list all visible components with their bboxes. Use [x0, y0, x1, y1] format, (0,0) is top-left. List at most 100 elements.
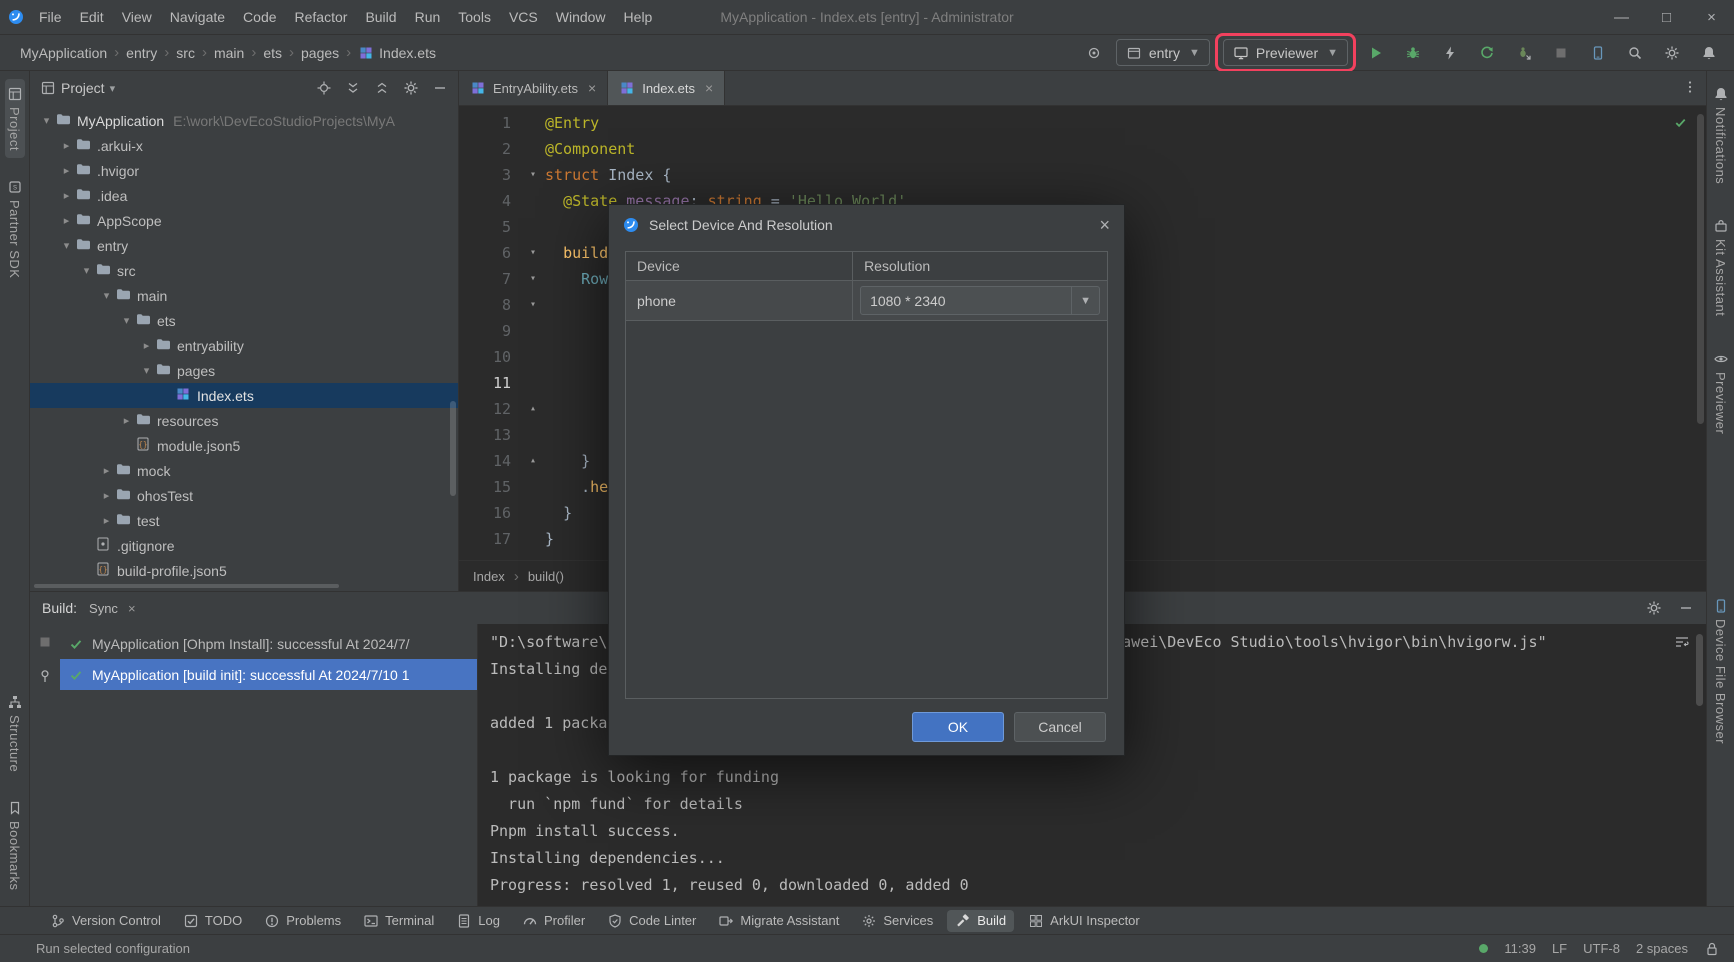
chevron-right-icon[interactable]: ▸: [98, 489, 115, 502]
build-tab-sync[interactable]: Sync ×: [89, 601, 136, 616]
chevron-right-icon[interactable]: ▸: [58, 189, 75, 202]
toolwindow-code-linter[interactable]: Code Linter: [599, 910, 704, 932]
status-11-39[interactable]: 11:39: [1504, 941, 1536, 956]
tool-stripe-partner-sdk[interactable]: S Partner SDK: [5, 172, 25, 285]
build-event-row[interactable]: MyApplication [build init]: successful A…: [60, 659, 477, 690]
tree-item-idea[interactable]: ▸ .idea: [30, 183, 458, 208]
menu-edit[interactable]: Edit: [71, 4, 113, 30]
editor-breadcrumb-index[interactable]: Index: [473, 569, 505, 584]
tree-item-index-ets[interactable]: Index.ets: [30, 383, 458, 408]
previewer-select[interactable]: Previewer ▼: [1222, 39, 1348, 66]
status-utf-8[interactable]: UTF-8: [1583, 941, 1620, 956]
fold-marker-icon[interactable]: ▾: [521, 266, 545, 292]
tree-item-build-profile-json5[interactable]: {} build-profile.json5: [30, 558, 458, 581]
window-close-button[interactable]: ×: [1689, 0, 1734, 34]
run-button[interactable]: [1361, 39, 1391, 67]
locate-file-button[interactable]: [316, 80, 332, 96]
toolwindow-log[interactable]: Log: [448, 910, 508, 932]
project-panel-title[interactable]: Project: [61, 80, 105, 96]
menu-build[interactable]: Build: [356, 4, 405, 30]
status-lf[interactable]: LF: [1552, 941, 1567, 956]
menu-help[interactable]: Help: [615, 4, 662, 30]
chevron-down-icon[interactable]: ▾: [98, 289, 115, 302]
chevron-down-icon[interactable]: ▾: [78, 264, 95, 277]
build-event-row[interactable]: MyApplication [Ohpm Install]: successful…: [60, 628, 477, 659]
project-scrollbar[interactable]: [450, 401, 456, 496]
close-tab-icon[interactable]: ×: [588, 80, 596, 96]
dialog-close-icon[interactable]: ×: [1099, 216, 1110, 234]
tree-item-resources[interactable]: ▸ resources: [30, 408, 458, 433]
hide-build-panel-button[interactable]: [1678, 600, 1694, 616]
tool-stripe-previewer[interactable]: Previewer: [1711, 344, 1731, 441]
fold-marker-icon[interactable]: ▾: [521, 162, 545, 188]
panel-settings-button[interactable]: [403, 80, 419, 96]
window-maximize-button[interactable]: □: [1644, 0, 1689, 34]
menu-view[interactable]: View: [113, 4, 161, 30]
tree-item-main[interactable]: ▾ main: [30, 283, 458, 308]
chevron-down-icon[interactable]: ▾: [38, 114, 55, 127]
device-cell[interactable]: phone: [626, 281, 852, 320]
window-minimize-button[interactable]: —: [1599, 0, 1644, 34]
menu-refactor[interactable]: Refactor: [286, 4, 357, 30]
chevron-down-icon[interactable]: ▾: [110, 82, 116, 95]
device-manager-button[interactable]: [1583, 39, 1613, 67]
module-select[interactable]: entry ▼: [1115, 39, 1210, 66]
chevron-right-icon[interactable]: ▸: [58, 164, 75, 177]
chevron-right-icon[interactable]: ▸: [118, 414, 135, 427]
editor-tab-entryability-ets[interactable]: EntryAbility.ets ×: [459, 71, 609, 105]
tree-item-ohostest[interactable]: ▸ ohosTest: [30, 483, 458, 508]
menu-tools[interactable]: Tools: [449, 4, 500, 30]
close-tab-icon[interactable]: ×: [705, 80, 713, 96]
expand-all-button[interactable]: [345, 80, 361, 96]
editor-breadcrumb-build[interactable]: build(): [528, 569, 564, 584]
menu-run[interactable]: Run: [406, 4, 450, 30]
tree-item-entryability[interactable]: ▸ entryability: [30, 333, 458, 358]
tool-stripe-device-file-browser[interactable]: Device File Browser: [1711, 591, 1731, 751]
project-hscrollbar[interactable]: [30, 581, 458, 591]
tree-item-appscope[interactable]: ▸ AppScope: [30, 208, 458, 233]
breadcrumb-item-entry[interactable]: entry: [126, 45, 157, 61]
breadcrumb-item-src[interactable]: src: [176, 45, 195, 61]
soft-wrap-button[interactable]: [1674, 632, 1690, 659]
tool-stripe-kit-assistant[interactable]: Kit Assistant: [1711, 211, 1731, 323]
resolution-dropdown[interactable]: 1080 * 2340 ▼: [860, 286, 1100, 315]
attach-debugger-button[interactable]: [1509, 39, 1539, 67]
tool-stripe-project[interactable]: Project: [4, 79, 25, 158]
run-configurations-button[interactable]: [1079, 39, 1109, 67]
tree-item-entry[interactable]: ▾ entry: [30, 233, 458, 258]
chevron-down-icon[interactable]: ▾: [118, 314, 135, 327]
chevron-down-icon[interactable]: ▾: [58, 239, 75, 252]
restart-button[interactable]: [1472, 39, 1502, 67]
collapse-all-button[interactable]: [374, 80, 390, 96]
menu-code[interactable]: Code: [234, 4, 285, 30]
breadcrumb-item-index-ets[interactable]: Index.ets: [358, 45, 436, 61]
chevron-right-icon[interactable]: ▸: [98, 514, 115, 527]
fold-marker-icon[interactable]: ▾: [521, 292, 545, 318]
cancel-button[interactable]: Cancel: [1014, 712, 1106, 742]
menu-window[interactable]: Window: [547, 4, 615, 30]
device-table-row[interactable]: phone 1080 * 2340 ▼: [626, 281, 1107, 321]
toolwindow-todo[interactable]: TODO: [175, 910, 250, 932]
lock-icon[interactable]: [1704, 941, 1720, 957]
tree-item-arkui-x[interactable]: ▸ .arkui-x: [30, 133, 458, 158]
debug-button[interactable]: [1398, 39, 1428, 67]
toolwindow-version-control[interactable]: Version Control: [42, 910, 169, 932]
build-settings-button[interactable]: [1646, 600, 1662, 616]
toolwindow-migrate-assistant[interactable]: Migrate Assistant: [710, 910, 847, 932]
tree-item-mock[interactable]: ▸ mock: [30, 458, 458, 483]
chevron-right-icon[interactable]: ▸: [58, 139, 75, 152]
tree-item-gitignore[interactable]: .gitignore: [30, 533, 458, 558]
toolwindow-profiler[interactable]: Profiler: [514, 910, 593, 932]
tab-options-button[interactable]: [1682, 79, 1698, 98]
console-scrollbar[interactable]: [1696, 634, 1703, 706]
tree-item-pages[interactable]: ▾ pages: [30, 358, 458, 383]
toolwindow-problems[interactable]: Problems: [256, 910, 349, 932]
tool-stripe-structure[interactable]: Structure: [5, 687, 25, 779]
chevron-right-icon[interactable]: ▸: [138, 339, 155, 352]
hide-panel-button[interactable]: [432, 80, 448, 96]
inspections-ok-icon[interactable]: [1673, 112, 1688, 138]
chevron-down-icon[interactable]: ▾: [138, 364, 155, 377]
notifications-button[interactable]: [1694, 39, 1724, 67]
fold-marker-icon[interactable]: ▾: [521, 240, 545, 266]
tree-item-test[interactable]: ▸ test: [30, 508, 458, 533]
